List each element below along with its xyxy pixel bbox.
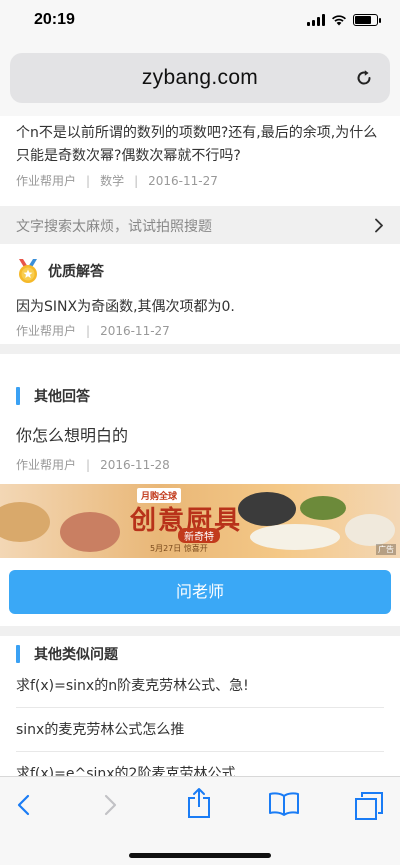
chevron-right-icon: [375, 218, 383, 233]
browser-toolbar: [0, 776, 400, 865]
best-answer-date: 2016-11-27: [100, 323, 170, 338]
page-content: 个n不是以前所谓的数列的项数吧?还有,最后的余项,为什么只能是奇数次幂?偶数次幂…: [0, 116, 400, 776]
home-indicator: [129, 853, 271, 858]
meta-separator: |: [86, 457, 91, 472]
similar-question-item[interactable]: 求f(x)=sinx的n阶麦克劳林公式、急!: [16, 664, 384, 708]
other-answer-text: 你怎么想明白的: [16, 426, 129, 445]
ad-label: 广告: [376, 544, 396, 555]
banner-product-image: [300, 496, 346, 520]
meta-separator: |: [134, 173, 139, 188]
best-answer-meta: 作业帮用户 | 2016-11-27: [16, 322, 170, 339]
best-answer-title: 优质解答: [48, 264, 104, 280]
banner-product-image: [60, 512, 120, 552]
question-author: 作业帮用户: [16, 174, 77, 188]
section-accent-bar: [16, 387, 20, 405]
question-text: 个n不是以前所谓的数列的项数吧?还有,最后的余项,为什么只能是奇数次幂?偶数次幂…: [16, 125, 378, 164]
banner-date: 5月27日 惊喜开: [150, 544, 208, 553]
browser-address-area: zybang.com: [0, 44, 400, 116]
best-answer-text: 因为SINX为奇函数,其偶次项都为0.: [16, 299, 235, 315]
other-answer-meta: 作业帮用户 | 2016-11-28: [16, 456, 170, 473]
ad-banner[interactable]: 月购全球 创意厨具 新奇特 5月27日 惊喜开 广告: [0, 484, 400, 558]
wifi-icon: [332, 15, 346, 26]
other-answer-author: 作业帮用户: [16, 458, 77, 472]
ask-teacher-button[interactable]: 问老师: [9, 570, 391, 614]
question-meta: 作业帮用户 | 数学 | 2016-11-27: [16, 172, 218, 189]
back-icon[interactable]: [14, 791, 34, 819]
tabs-icon[interactable]: [354, 791, 384, 821]
battery-icon: [353, 14, 381, 26]
status-icons: [307, 14, 381, 26]
other-answer-date: 2016-11-28: [100, 457, 170, 472]
meta-separator: |: [86, 323, 91, 338]
question-date: 2016-11-27: [148, 173, 218, 188]
url-text[interactable]: zybang.com: [10, 66, 390, 90]
similar-questions-title: 其他类似问题: [34, 647, 118, 663]
photo-search-tip[interactable]: 文字搜索太麻烦，试试拍照搜题: [0, 206, 400, 244]
question-subject: 数学: [100, 174, 125, 188]
similar-question-item[interactable]: 求f(x)=e^sinx的2阶麦克劳林公式: [16, 752, 384, 776]
status-bar: 20:19: [0, 0, 400, 44]
other-answers-title: 其他回答: [34, 389, 90, 405]
section-divider: [0, 626, 400, 636]
banner-product-image: [238, 492, 296, 526]
other-answers-header: 其他回答: [16, 386, 90, 406]
share-icon[interactable]: [186, 787, 212, 819]
signal-icon: [307, 14, 325, 26]
section-divider: [0, 344, 400, 354]
best-answer-header: 优质解答: [16, 258, 104, 284]
photo-search-tip-text: 文字搜索太麻烦，试试拍照搜题: [16, 219, 212, 235]
status-time: 20:19: [34, 11, 75, 28]
section-accent-bar: [16, 645, 20, 663]
best-answer-author: 作业帮用户: [16, 324, 77, 338]
similar-question-item[interactable]: sinx的麦克劳林公式怎么推: [16, 708, 384, 752]
banner-product-image: [250, 524, 340, 550]
banner-subtitle: 新奇特: [178, 528, 220, 543]
medal-icon: [19, 259, 37, 283]
similar-questions-list: 求f(x)=sinx的n阶麦克劳林公式、急! sinx的麦克劳林公式怎么推 求f…: [16, 664, 384, 776]
banner-product-image: [0, 502, 50, 542]
bookmarks-icon[interactable]: [268, 791, 300, 817]
reload-icon[interactable]: [354, 68, 374, 88]
similar-questions-header: 其他类似问题: [16, 644, 118, 664]
meta-separator: |: [86, 173, 91, 188]
banner-product-image: [345, 514, 395, 546]
address-bar[interactable]: zybang.com: [10, 53, 390, 103]
forward-icon[interactable]: [100, 791, 120, 819]
